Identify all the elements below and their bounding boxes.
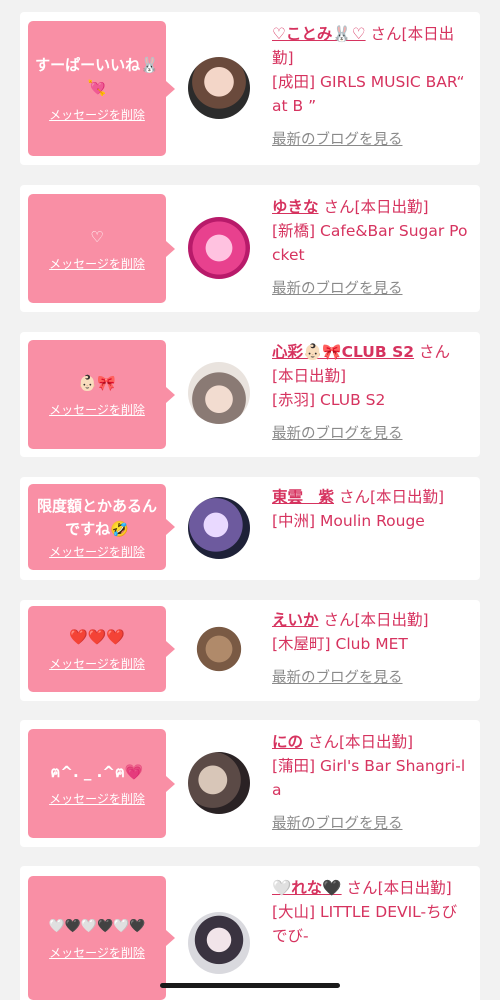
message-bubble: すーぱーいいね🐰💘 メッセージを削除 xyxy=(28,21,175,156)
avatar[interactable] xyxy=(188,912,250,974)
area-text: [中洲] xyxy=(272,512,316,530)
delete-message-link[interactable]: メッセージを削除 xyxy=(49,106,145,123)
message-bubble: ฅ^. _ .^ฅ💗 メッセージを削除 xyxy=(28,729,175,838)
shop-name: Club MET xyxy=(335,635,408,653)
list-item: ❤️❤️❤️ メッセージを削除 えいか さん[本日出勤] [木屋町] Club … xyxy=(20,600,480,701)
latest-blog-link[interactable]: 最新のブログを見る xyxy=(272,666,468,690)
list-item: ฅ^. _ .^ฅ💗 メッセージを削除 にの さん[本日出勤] [蒲田] Gir… xyxy=(20,720,480,847)
cast-name-link[interactable]: ゆきな xyxy=(272,198,319,216)
message-text: 限度額とかあるんですね🤣 xyxy=(36,496,157,538)
latest-blog-link[interactable]: 最新のブログを見る xyxy=(272,277,468,301)
list-item: 限度額とかあるんですね🤣 メッセージを削除 東雲 紫 さん[本日出勤] [中洲]… xyxy=(20,477,480,580)
list-item: 👶🏻🎀 メッセージを削除 心彩👶🏻🎀CLUB S2 さん [本日出勤] [赤羽] … xyxy=(20,332,480,457)
delete-message-link[interactable]: メッセージを削除 xyxy=(49,543,145,560)
shop-name: Moulin Rouge xyxy=(320,512,425,530)
status-text: [本日出勤] xyxy=(377,879,452,897)
avatar[interactable] xyxy=(188,57,250,119)
honorific: さん xyxy=(370,25,402,43)
message-text: ฅ^. _ .^ฅ💗 xyxy=(50,762,144,781)
status-text: [本日出勤] xyxy=(272,367,347,385)
area-text: [赤羽] xyxy=(272,391,316,409)
honorific: さん xyxy=(346,879,378,897)
delete-message-link[interactable]: メッセージを削除 xyxy=(49,255,145,272)
cast-info: にの さん[本日出勤] [蒲田] Girl's Bar Shangri-la 最… xyxy=(272,730,468,836)
honorific: さん xyxy=(323,611,355,629)
message-text: 🤍🖤🤍🖤🤍🖤 xyxy=(48,919,146,934)
avatar[interactable] xyxy=(188,752,250,814)
avatar[interactable] xyxy=(188,497,250,559)
cast-name-link[interactable]: にの xyxy=(272,733,303,751)
avatar[interactable] xyxy=(188,618,250,680)
message-text: ♡ xyxy=(90,227,104,246)
message-bubble: 限度額とかあるんですね🤣 メッセージを削除 xyxy=(28,484,175,570)
cast-info: 東雲 紫 さん[本日出勤] [中洲] Moulin Rouge xyxy=(272,485,468,533)
delete-message-link[interactable]: メッセージを削除 xyxy=(49,790,145,807)
delete-message-link[interactable]: メッセージを削除 xyxy=(49,655,145,672)
area-text: [蒲田] xyxy=(272,757,316,775)
cast-info: 🤍れな🖤 さん[本日出勤] [大山] LITTLE DEVIL-ちびでび- xyxy=(272,876,468,948)
honorific: さん xyxy=(307,733,339,751)
honorific: さん xyxy=(338,488,370,506)
delete-message-link[interactable]: メッセージを削除 xyxy=(49,944,145,961)
message-text: すーぱーいいね🐰💘 xyxy=(35,56,159,97)
avatar[interactable] xyxy=(188,362,250,424)
message-bubble: 👶🏻🎀 メッセージを削除 xyxy=(28,340,175,449)
cast-name-link[interactable]: 東雲 紫 xyxy=(272,488,334,506)
message-text: ❤️❤️❤️ xyxy=(68,628,126,646)
cast-info: ゆきな さん[本日出勤] [新橋] Cafe&Bar Sugar Pocket … xyxy=(272,195,468,301)
list-item: ♡ メッセージを削除 ゆきな さん[本日出勤] [新橋] Cafe&Bar Su… xyxy=(20,185,480,312)
cast-info: 心彩👶🏻🎀CLUB S2 さん [本日出勤] [赤羽] CLUB S2 最新のブロ… xyxy=(272,340,468,446)
honorific: さん xyxy=(323,198,355,216)
avatar[interactable] xyxy=(188,217,250,279)
status-text: [本日出勤] xyxy=(354,198,429,216)
latest-blog-link[interactable]: 最新のブログを見る xyxy=(272,812,468,836)
list-item: すーぱーいいね🐰💘 メッセージを削除 ♡ことみ🐰♡ さん[本日出勤] [成田] … xyxy=(20,12,480,165)
area-text: [成田] xyxy=(272,73,316,91)
status-text: [本日出勤] xyxy=(369,488,445,506)
status-text: [本日出勤] xyxy=(354,611,429,629)
area-text: [木屋町] xyxy=(272,635,331,653)
cast-name-link[interactable]: えいか xyxy=(272,611,319,629)
home-indicator[interactable] xyxy=(160,983,340,988)
cast-info: えいか さん[本日出勤] [木屋町] Club MET 最新のブログを見る xyxy=(272,608,468,690)
message-bubble: ❤️❤️❤️ メッセージを削除 xyxy=(28,606,175,692)
message-text: 👶🏻🎀 xyxy=(78,373,116,392)
delete-message-link[interactable]: メッセージを削除 xyxy=(49,401,145,418)
latest-blog-link[interactable]: 最新のブログを見る xyxy=(272,128,468,152)
area-text: [大山] xyxy=(272,903,316,921)
latest-blog-link[interactable]: 最新のブログを見る xyxy=(272,422,468,446)
message-bubble: 🤍🖤🤍🖤🤍🖤 メッセージを削除 xyxy=(28,876,175,1000)
status-text: [本日出勤] xyxy=(338,733,414,751)
cast-name-link[interactable]: 心彩👶🏻🎀CLUB S2 xyxy=(272,343,414,361)
cast-name-link[interactable]: ♡ことみ🐰♡ xyxy=(272,25,366,43)
message-bubble: ♡ メッセージを削除 xyxy=(28,194,175,303)
honorific: さん xyxy=(418,343,450,361)
cast-info: ♡ことみ🐰♡ さん[本日出勤] [成田] GIRLS MUSIC BAR“ at… xyxy=(272,22,468,152)
cast-name-link[interactable]: 🤍れな🖤 xyxy=(272,879,342,897)
list-item: 🤍🖤🤍🖤🤍🖤 メッセージを削除 🤍れな🖤 さん[本日出勤] [大山] LITTL… xyxy=(20,866,480,1000)
area-text: [新橋] xyxy=(272,222,316,240)
shop-name: CLUB S2 xyxy=(320,391,386,409)
